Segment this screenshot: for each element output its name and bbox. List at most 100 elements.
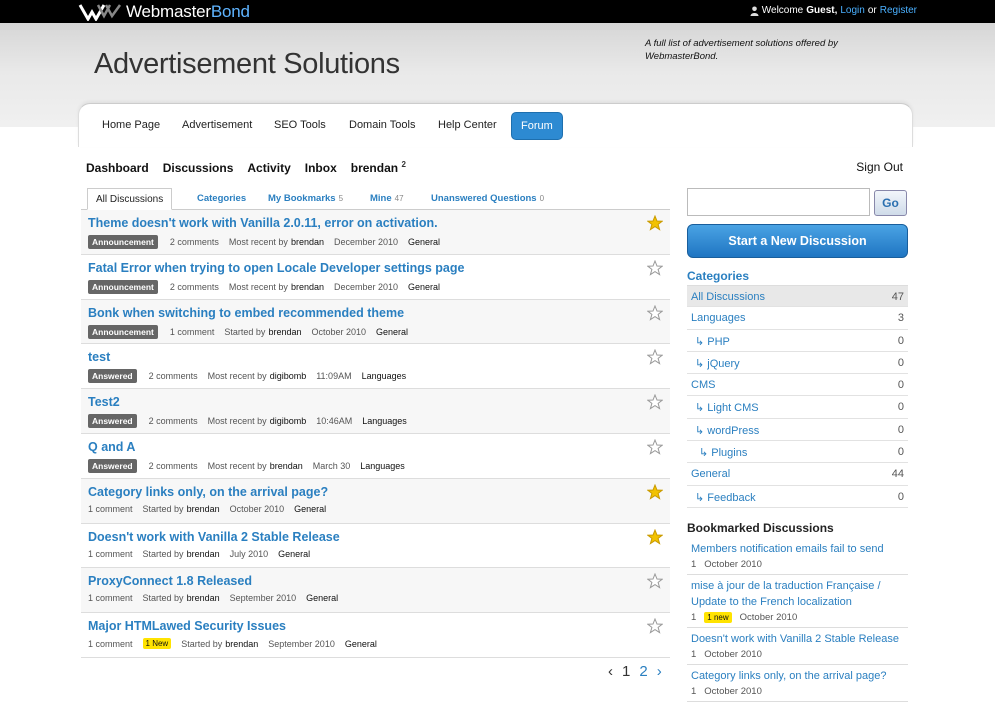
- bookmark-star-icon[interactable]: [646, 438, 664, 455]
- discussion-category[interactable]: General: [408, 282, 440, 292]
- discussion-category[interactable]: General: [278, 549, 310, 559]
- discussion-category[interactable]: General: [294, 504, 326, 514]
- author-link[interactable]: brendan: [291, 237, 324, 247]
- bookmark-title[interactable]: Members notification emails fail to send: [691, 541, 904, 557]
- discussion-title[interactable]: Test2: [88, 395, 120, 409]
- site-logo[interactable]: WebmasterBond: [78, 1, 250, 22]
- pager-next[interactable]: ›: [657, 663, 662, 680]
- bookmark-star-icon[interactable]: [646, 573, 664, 590]
- nav-home-page[interactable]: Home Page: [102, 119, 160, 131]
- category-name[interactable]: ↳ Plugins: [699, 446, 747, 459]
- category-item[interactable]: ↳ wordPress 0: [687, 419, 908, 442]
- bookmark-star-icon[interactable]: [646, 393, 664, 410]
- pager-page-2[interactable]: 2: [639, 663, 647, 680]
- category-item[interactable]: Languages 3: [687, 307, 908, 330]
- bookmark-star-icon[interactable]: [646, 259, 664, 276]
- author-link[interactable]: brendan: [187, 593, 220, 603]
- discussion-category[interactable]: General: [408, 237, 440, 247]
- category-item[interactable]: CMS 0: [687, 374, 908, 397]
- category-name[interactable]: ↳ wordPress: [695, 424, 759, 437]
- menu-dashboard[interactable]: Dashboard: [86, 161, 149, 175]
- discussion-title[interactable]: test: [88, 350, 110, 364]
- author-link[interactable]: brendan: [268, 327, 301, 337]
- author-link[interactable]: brendan: [225, 639, 258, 649]
- bookmark-star-icon[interactable]: [646, 617, 664, 634]
- category-item[interactable]: General 44: [687, 463, 908, 486]
- bookmark-count: 1: [691, 686, 697, 697]
- pager-prev[interactable]: ‹: [608, 663, 613, 680]
- search-input[interactable]: [687, 188, 870, 216]
- author-link[interactable]: digibomb: [270, 416, 307, 426]
- tab-categories[interactable]: Categories: [197, 193, 246, 204]
- bookmark-star-filled-icon[interactable]: [646, 483, 664, 500]
- menu-discussions[interactable]: Discussions: [163, 161, 234, 175]
- bookmark-star-filled-icon[interactable]: [646, 214, 664, 231]
- author-link[interactable]: brendan: [291, 282, 324, 292]
- author-link[interactable]: brendan: [187, 549, 220, 559]
- tab-all-discussions[interactable]: All Discussions: [87, 188, 173, 210]
- nav-forum[interactable]: Forum: [511, 112, 563, 140]
- nav-seo-tools[interactable]: SEO Tools: [274, 119, 326, 131]
- bookmark-count: 1: [691, 559, 697, 570]
- page-title: Advertisement Solutions: [94, 48, 400, 80]
- category-item[interactable]: ↳ PHP 0: [687, 330, 908, 352]
- menu-activity[interactable]: Activity: [247, 161, 290, 175]
- discussion-category[interactable]: General: [345, 639, 377, 649]
- bookmark-star-filled-icon[interactable]: [646, 528, 664, 545]
- author-link[interactable]: digibomb: [270, 371, 307, 381]
- nav-help-center[interactable]: Help Center: [438, 119, 497, 131]
- discussion-category[interactable]: Languages: [362, 371, 407, 381]
- author-link[interactable]: brendan: [270, 461, 303, 471]
- category-item[interactable]: All Discussions 47: [687, 285, 908, 308]
- tab-mine[interactable]: Mine 47: [370, 193, 404, 204]
- bookmark-title[interactable]: Doesn't work with Vanilla 2 Stable Relea…: [691, 631, 904, 647]
- category-item[interactable]: ↳ Light CMS 0: [687, 396, 908, 419]
- discussion-meta: 1 comment Started by brendan September 2010…: [88, 593, 348, 603]
- discussion-title[interactable]: Fatal Error when trying to open Locale D…: [88, 261, 464, 275]
- bookmark-title[interactable]: Category links only, on the arrival page…: [691, 668, 904, 684]
- category-name[interactable]: ↳ Light CMS: [695, 401, 759, 414]
- bookmark-item: mise à jour de la traduction Française /…: [687, 575, 908, 628]
- bookmark-title[interactable]: mise à jour de la traduction Française /…: [691, 578, 904, 610]
- discussion-title[interactable]: Q and A: [88, 440, 135, 454]
- category-name[interactable]: ↳ jQuery: [695, 357, 740, 370]
- register-link[interactable]: Register: [880, 5, 917, 16]
- category-name[interactable]: All Discussions: [691, 291, 765, 303]
- nav-advertisement[interactable]: Advertisement: [182, 119, 252, 131]
- discussion-title[interactable]: Major HTMLawed Security Issues: [88, 619, 286, 633]
- tab-my-bookmarks[interactable]: My Bookmarks 5: [268, 193, 343, 204]
- bookmark-star-icon[interactable]: [646, 349, 664, 366]
- discussion-category[interactable]: Languages: [360, 461, 405, 471]
- discussion-category[interactable]: General: [306, 593, 338, 603]
- category-item[interactable]: ↳ jQuery 0: [687, 352, 908, 375]
- discussion-category[interactable]: Languages: [362, 416, 407, 426]
- discussion-meta: 1 comment Started by brendan July 2010 Gener…: [88, 549, 320, 559]
- sign-out-link[interactable]: Sign Out: [856, 160, 903, 174]
- login-link[interactable]: Login: [840, 5, 864, 16]
- category-name[interactable]: Languages: [691, 312, 745, 324]
- start-new-discussion-button[interactable]: Start a New Discussion: [687, 224, 908, 258]
- nav-domain-tools[interactable]: Domain Tools: [349, 119, 415, 131]
- bookmark-meta: 1 October 2010: [691, 559, 904, 570]
- category-name[interactable]: ↳ PHP: [695, 335, 730, 348]
- header-banner: Advertisement Solutions A full list of a…: [0, 23, 995, 147]
- category-name[interactable]: General: [691, 468, 730, 480]
- discussion-meta: Answered 2 comments Most recent by brendan M…: [88, 458, 415, 473]
- author-link[interactable]: brendan: [187, 504, 220, 514]
- bookmark-item: Category links only, on the arrival page…: [687, 665, 908, 702]
- discussion-category[interactable]: General: [376, 327, 408, 337]
- discussion-title[interactable]: ProxyConnect 1.8 Released: [88, 574, 252, 588]
- category-item[interactable]: ↳ Feedback 0: [687, 486, 908, 508]
- tab-unanswered-questions[interactable]: Unanswered Questions 0: [431, 193, 544, 204]
- menu-user[interactable]: brendan 2: [351, 160, 406, 175]
- discussion-title[interactable]: Bonk when switching to embed recommended…: [88, 306, 404, 320]
- category-name[interactable]: ↳ Feedback: [695, 491, 756, 504]
- bookmark-star-icon[interactable]: [646, 304, 664, 321]
- discussion-title[interactable]: Category links only, on the arrival page…: [88, 485, 328, 499]
- discussion-title[interactable]: Doesn't work with Vanilla 2 Stable Relea…: [88, 530, 340, 544]
- search-go-button[interactable]: Go: [874, 190, 907, 216]
- discussion-title[interactable]: Theme doesn't work with Vanilla 2.0.11, …: [88, 216, 438, 230]
- category-item[interactable]: ↳ Plugins 0: [687, 441, 908, 464]
- menu-inbox[interactable]: Inbox: [305, 161, 337, 175]
- category-name[interactable]: CMS: [691, 379, 715, 391]
